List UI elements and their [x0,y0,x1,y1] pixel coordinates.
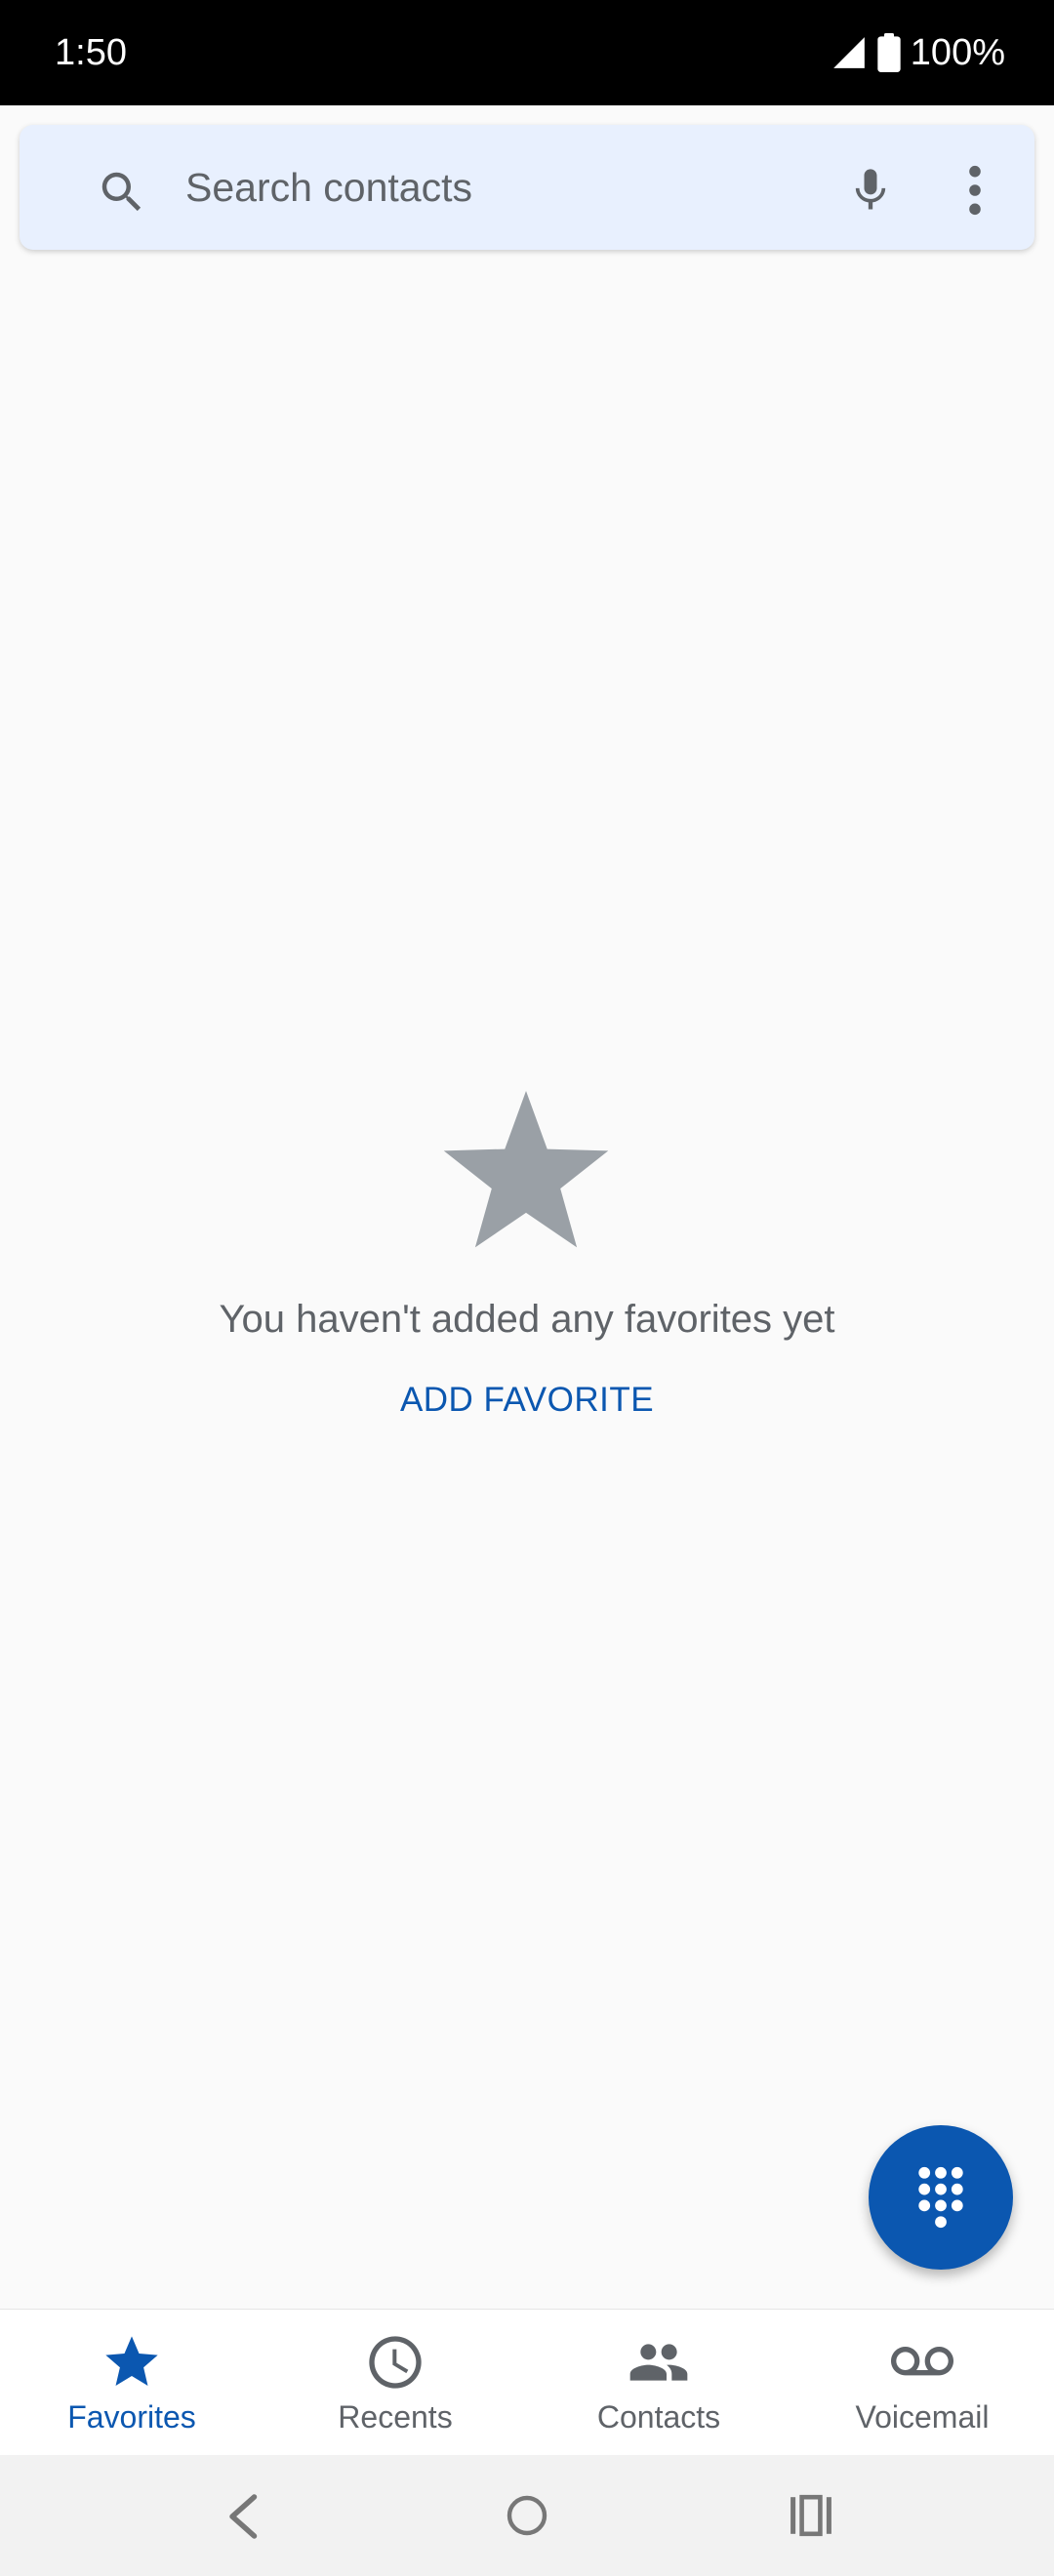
nav-voicemail-label: Voicemail [855,2399,990,2435]
bottom-navigation: Favorites Recents Contacts Voicemail [0,2309,1054,2455]
signal-icon [832,37,865,68]
voicemail-icon [891,2347,953,2376]
dialpad-icon [918,2166,963,2229]
add-favorite-button[interactable]: ADD FAVORITE [371,1374,683,1427]
mic-icon[interactable] [845,162,896,219]
nav-voicemail[interactable]: Voicemail [790,2310,1054,2456]
back-icon[interactable] [223,2492,262,2541]
clock-icon [369,2336,422,2389]
nav-favorites[interactable]: Favorites [0,2310,264,2456]
system-navigation-bar [0,2455,1054,2576]
nav-contacts[interactable]: Contacts [527,2310,790,2456]
recents-icon[interactable] [789,2494,833,2537]
nav-recents[interactable]: Recents [264,2310,527,2456]
search-icon[interactable] [96,166,148,219]
nav-contacts-label: Contacts [596,2399,721,2435]
search-input[interactable]: Search contacts [185,164,472,211]
status-time: 1:50 [55,32,127,73]
nav-favorites-label: Favorites [67,2399,196,2435]
battery-icon [877,33,901,72]
battery-percentage: 100% [910,32,1005,73]
star-icon [105,2336,158,2386]
nav-recents-label: Recents [338,2399,453,2435]
search-bar[interactable]: Search contacts [20,125,1034,250]
home-icon[interactable] [506,2494,548,2537]
people-icon [629,2344,688,2381]
star-icon [443,1091,609,1248]
more-vert-icon[interactable] [962,162,988,219]
status-icons: 100% [831,29,1005,76]
empty-state-message: You haven't added any favorites yet [219,1298,835,1341]
status-bar: 1:50 100% [0,0,1054,105]
dialpad-button[interactable] [869,2125,1013,2270]
